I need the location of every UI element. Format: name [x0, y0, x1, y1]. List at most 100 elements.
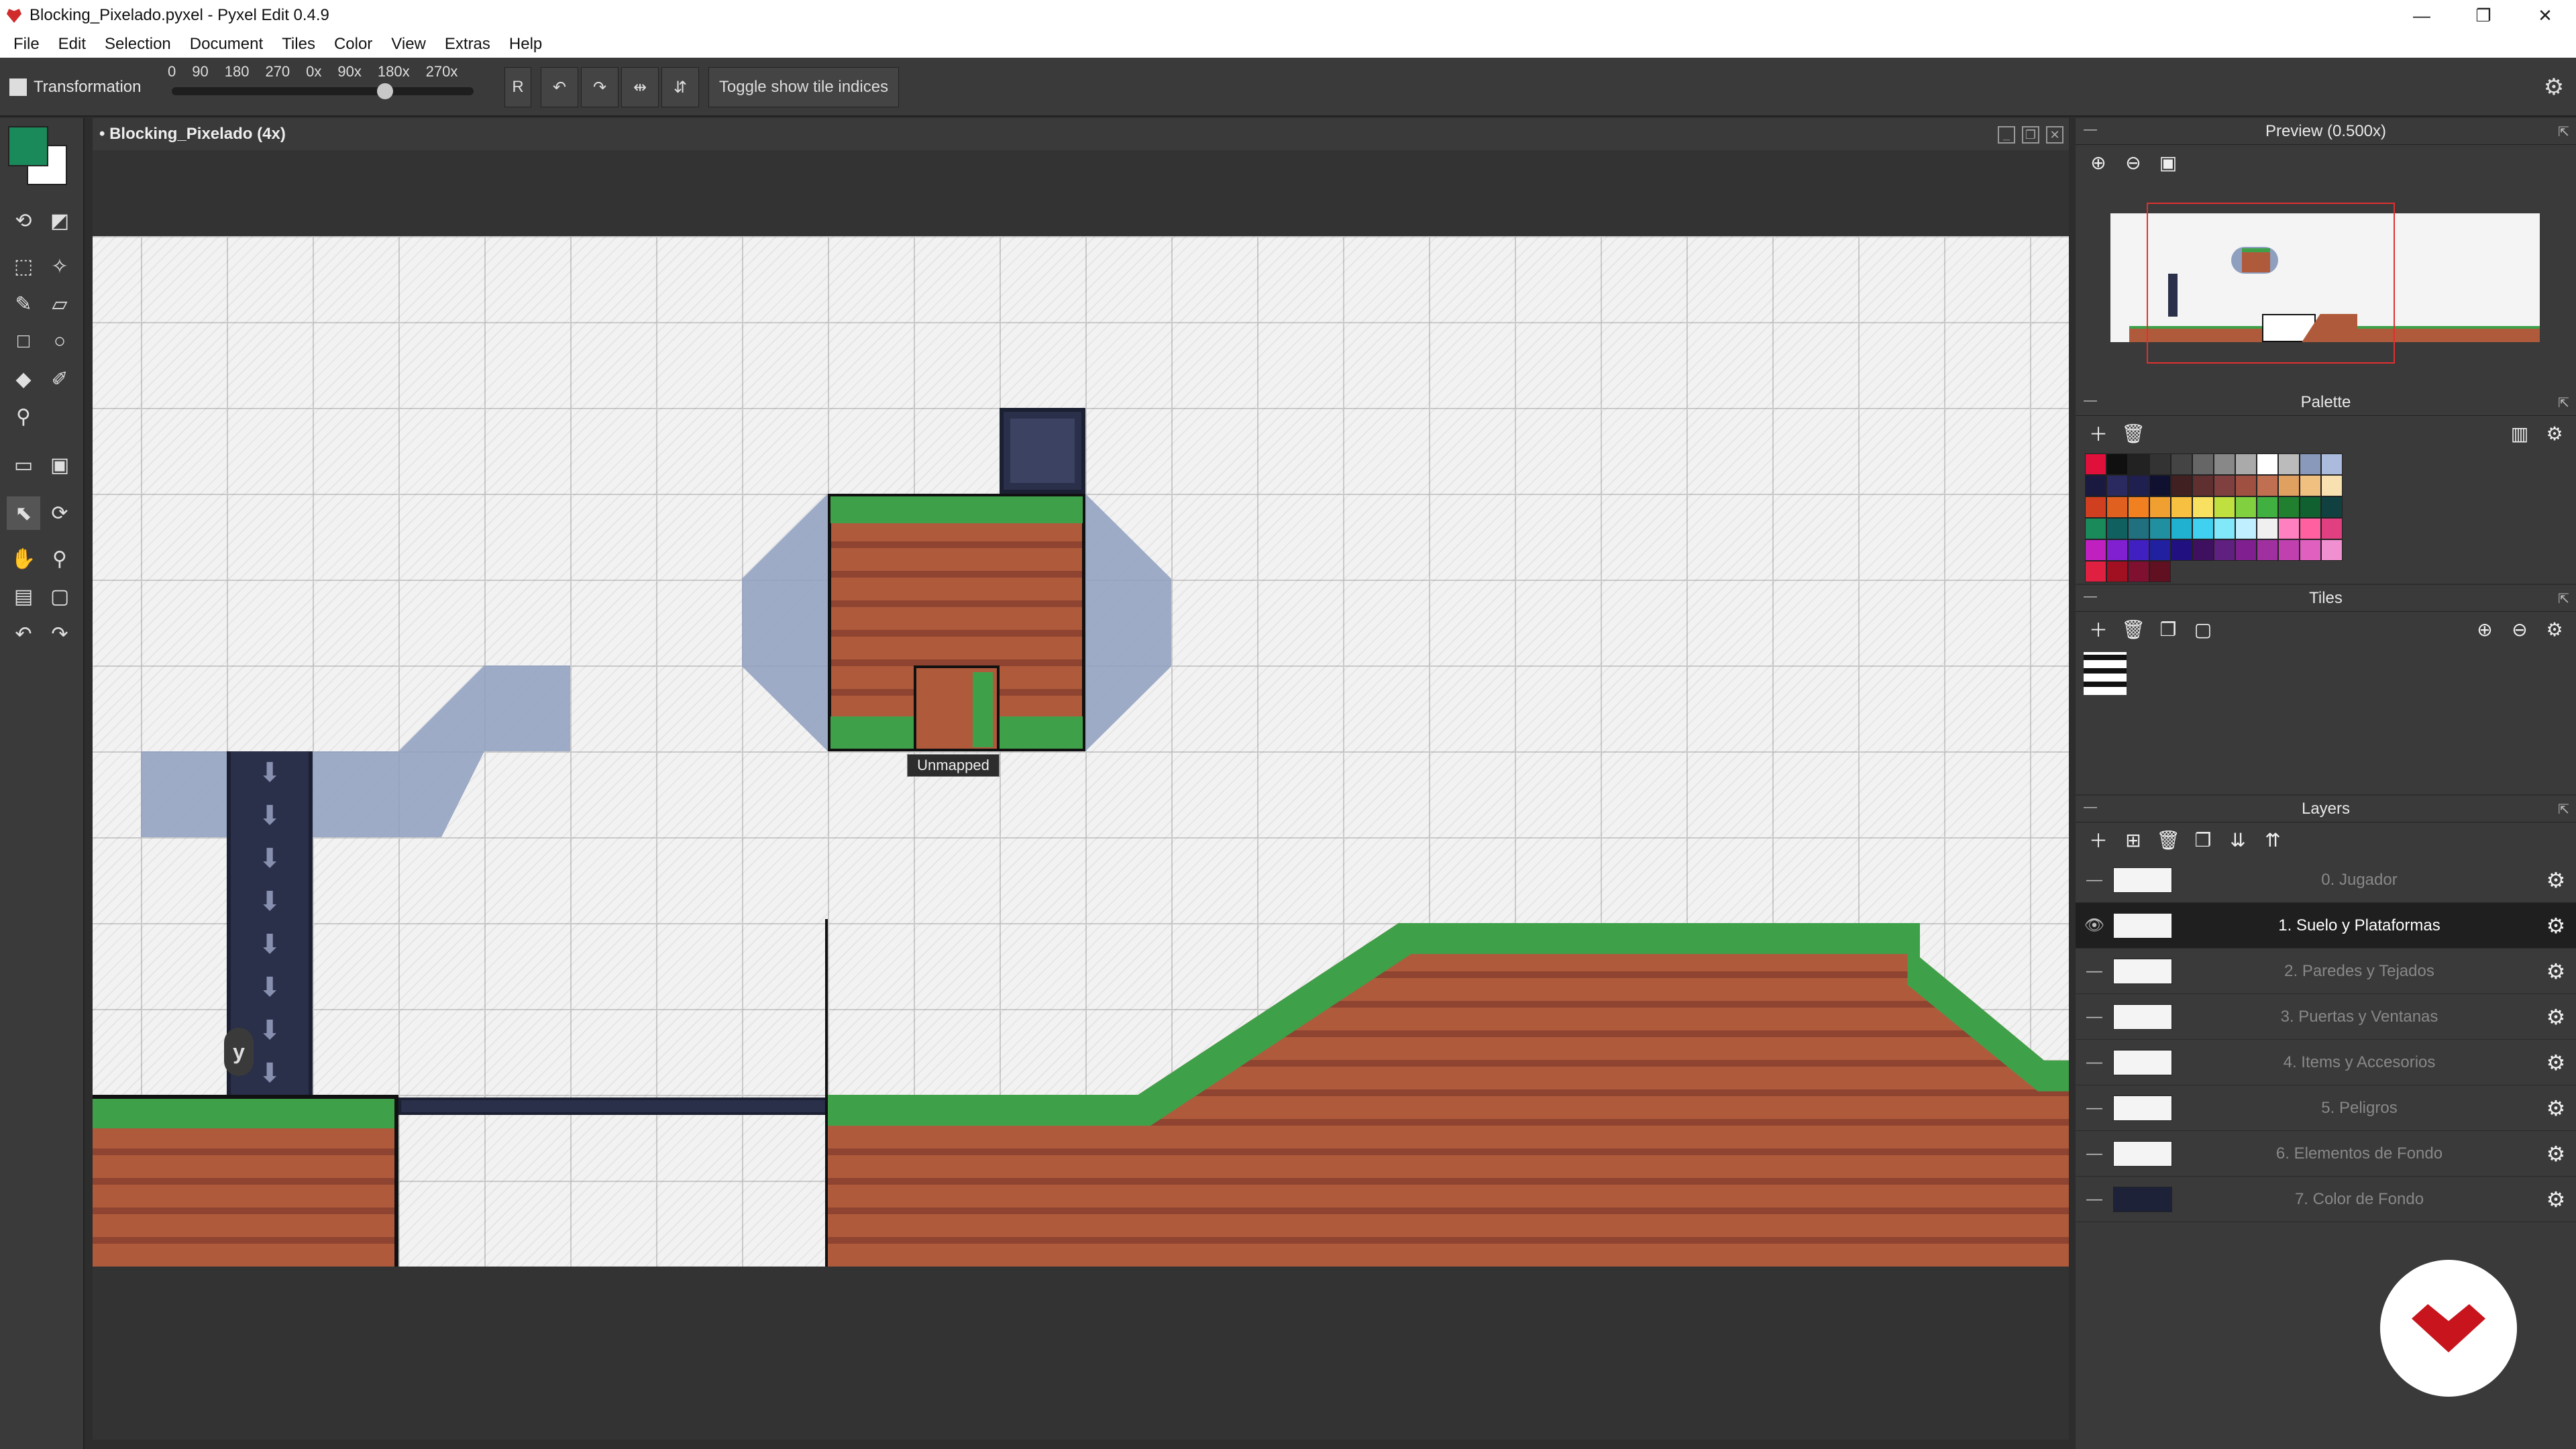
color-swatch[interactable] — [2257, 475, 2278, 496]
delete-tile-icon[interactable]: 🗑 — [2120, 616, 2147, 643]
rect-select-icon[interactable]: ⬚ — [7, 250, 40, 283]
color-swatch[interactable] — [2085, 561, 2106, 582]
menu-selection[interactable]: Selection — [95, 35, 180, 54]
tile-select-icon[interactable]: ▣ — [43, 448, 76, 482]
doc-restore-icon[interactable]: ❐ — [2022, 126, 2039, 144]
r-button[interactable]: R — [504, 67, 531, 107]
color-swatch[interactable] — [2149, 561, 2171, 582]
fit-icon[interactable]: ▣ — [2155, 149, 2182, 176]
tile-frame-icon[interactable]: ▢ — [2190, 616, 2216, 643]
color-swatch[interactable] — [2214, 539, 2235, 561]
color-swatch[interactable] — [2278, 518, 2300, 539]
hidden-eye-icon[interactable]: — — [2076, 962, 2113, 981]
hidden-eye-icon[interactable]: — — [2076, 871, 2113, 890]
color-swatch[interactable] — [2278, 475, 2300, 496]
color-swatch[interactable] — [2300, 475, 2321, 496]
color-swatch[interactable] — [2128, 518, 2149, 539]
color-swatch[interactable] — [2128, 539, 2149, 561]
color-swatch[interactable] — [2171, 453, 2192, 475]
color-swatch[interactable] — [2171, 539, 2192, 561]
rotate-left-icon[interactable]: ↶ — [541, 67, 578, 107]
delete-color-icon[interactable]: 🗑 — [2120, 420, 2147, 447]
eraser-icon[interactable]: ▱ — [43, 287, 76, 321]
layer-settings-icon[interactable]: ⚙ — [2536, 959, 2576, 984]
flatten-layers-icon[interactable]: ⇈ — [2259, 826, 2286, 853]
preview-thumbnail[interactable] — [2110, 203, 2540, 364]
hidden-eye-icon[interactable]: — — [2076, 1053, 2113, 1072]
color-swatch[interactable] — [2214, 453, 2235, 475]
color-swatch[interactable] — [2192, 539, 2214, 561]
document-tab[interactable]: • Blocking_Pixelado (4x) _ ❐ ✕ — [93, 118, 2069, 150]
transform-tool-icon[interactable]: ⬉ — [7, 496, 40, 530]
tiles-settings-icon[interactable]: ⚙ — [2541, 616, 2568, 643]
color-swatch[interactable] — [2300, 496, 2321, 518]
color-swatch[interactable] — [2085, 539, 2106, 561]
color-swatch[interactable] — [2171, 496, 2192, 518]
crop-icon[interactable]: ▢ — [43, 580, 76, 613]
color-swatch[interactable] — [2278, 496, 2300, 518]
color-swatch[interactable] — [2321, 539, 2343, 561]
layer-row[interactable]: — 4. Items y Accesorios ⚙ — [2076, 1040, 2576, 1085]
rotate-right-icon[interactable]: ↷ — [581, 67, 619, 107]
color-swatch[interactable] — [2235, 518, 2257, 539]
color-swatch[interactable] — [2106, 518, 2128, 539]
layer-row[interactable]: — 2. Paredes y Tejados ⚙ — [2076, 949, 2576, 994]
color-swatch[interactable] — [2235, 453, 2257, 475]
color-swatch[interactable] — [2192, 518, 2214, 539]
layer-settings-icon[interactable]: ⚙ — [2536, 1187, 2576, 1212]
pencil-icon[interactable]: ✎ — [7, 287, 40, 321]
color-swatch[interactable] — [2171, 518, 2192, 539]
color-swatch[interactable] — [2300, 518, 2321, 539]
duplicate-layer-icon[interactable]: ❐ — [2190, 826, 2216, 853]
panel-pin-icon[interactable]: ⇱ — [2558, 123, 2569, 140]
add-tile-icon[interactable]: ＋ — [2085, 616, 2112, 643]
layer-row[interactable]: — 5. Peligros ⚙ — [2076, 1085, 2576, 1131]
zoom-in-icon[interactable]: ⊕ — [2085, 149, 2112, 176]
menu-extras[interactable]: Extras — [435, 35, 500, 54]
color-swatch[interactable] — [2106, 496, 2128, 518]
color-swatch[interactable] — [2085, 518, 2106, 539]
menu-edit[interactable]: Edit — [49, 35, 95, 54]
minimize-button[interactable]: — — [2391, 0, 2453, 31]
palette-preset-icon[interactable]: ▥ — [2506, 420, 2533, 447]
menu-tiles[interactable]: Tiles — [272, 35, 325, 54]
color-swatch[interactable] — [2235, 496, 2257, 518]
fill-bucket-icon[interactable]: ◆ — [7, 362, 40, 396]
settings-gear-icon[interactable]: ⚙ — [2537, 67, 2571, 107]
hidden-eye-icon[interactable]: — — [2076, 1099, 2113, 1118]
color-swatch[interactable] — [2085, 496, 2106, 518]
layer-row[interactable]: 👁 1. Suelo y Plataformas ⚙ — [2076, 903, 2576, 949]
layer-settings-icon[interactable]: ⚙ — [2536, 1095, 2576, 1121]
color-swatch[interactable] — [2214, 496, 2235, 518]
color-swatch[interactable] — [2257, 453, 2278, 475]
hidden-eye-icon[interactable]: — — [2076, 1008, 2113, 1026]
flip-vertical-icon[interactable]: ⇵ — [661, 67, 699, 107]
doc-close-icon[interactable]: ✕ — [2046, 126, 2063, 144]
hidden-eye-icon[interactable]: — — [2076, 1190, 2113, 1209]
tiles-zoom-out-icon[interactable]: ⊖ — [2506, 616, 2533, 643]
layer-settings-icon[interactable]: ⚙ — [2536, 1141, 2576, 1167]
color-swatch[interactable] — [2149, 518, 2171, 539]
layer-settings-icon[interactable]: ⚙ — [2536, 867, 2576, 893]
palette-swatches[interactable] — [2076, 451, 2576, 585]
color-swatch[interactable] — [2257, 496, 2278, 518]
color-swatch[interactable] — [2321, 518, 2343, 539]
color-swatch[interactable] — [2128, 475, 2149, 496]
color-swatch[interactable] — [2257, 539, 2278, 561]
zoom-icon[interactable]: ⚲ — [43, 542, 76, 576]
rectangle-icon[interactable]: □ — [7, 325, 40, 358]
color-swatch[interactable] — [2149, 496, 2171, 518]
color-swatch[interactable] — [2106, 561, 2128, 582]
color-swatch[interactable] — [2214, 475, 2235, 496]
color-swatch[interactable] — [2300, 453, 2321, 475]
redo-icon[interactable]: ↷ — [43, 617, 76, 651]
hand-pan-icon[interactable]: ✋ — [7, 542, 40, 576]
palette-settings-icon[interactable]: ⚙ — [2541, 420, 2568, 447]
eyedropper-icon[interactable]: ⚲ — [7, 400, 40, 433]
menu-help[interactable]: Help — [500, 35, 551, 54]
selected-tile[interactable] — [914, 665, 1000, 751]
magic-wand-icon[interactable]: ✧ — [43, 250, 76, 283]
color-swatch[interactable] — [2106, 453, 2128, 475]
color-swatch[interactable] — [2192, 475, 2214, 496]
duplicate-tile-icon[interactable]: ❐ — [2155, 616, 2182, 643]
